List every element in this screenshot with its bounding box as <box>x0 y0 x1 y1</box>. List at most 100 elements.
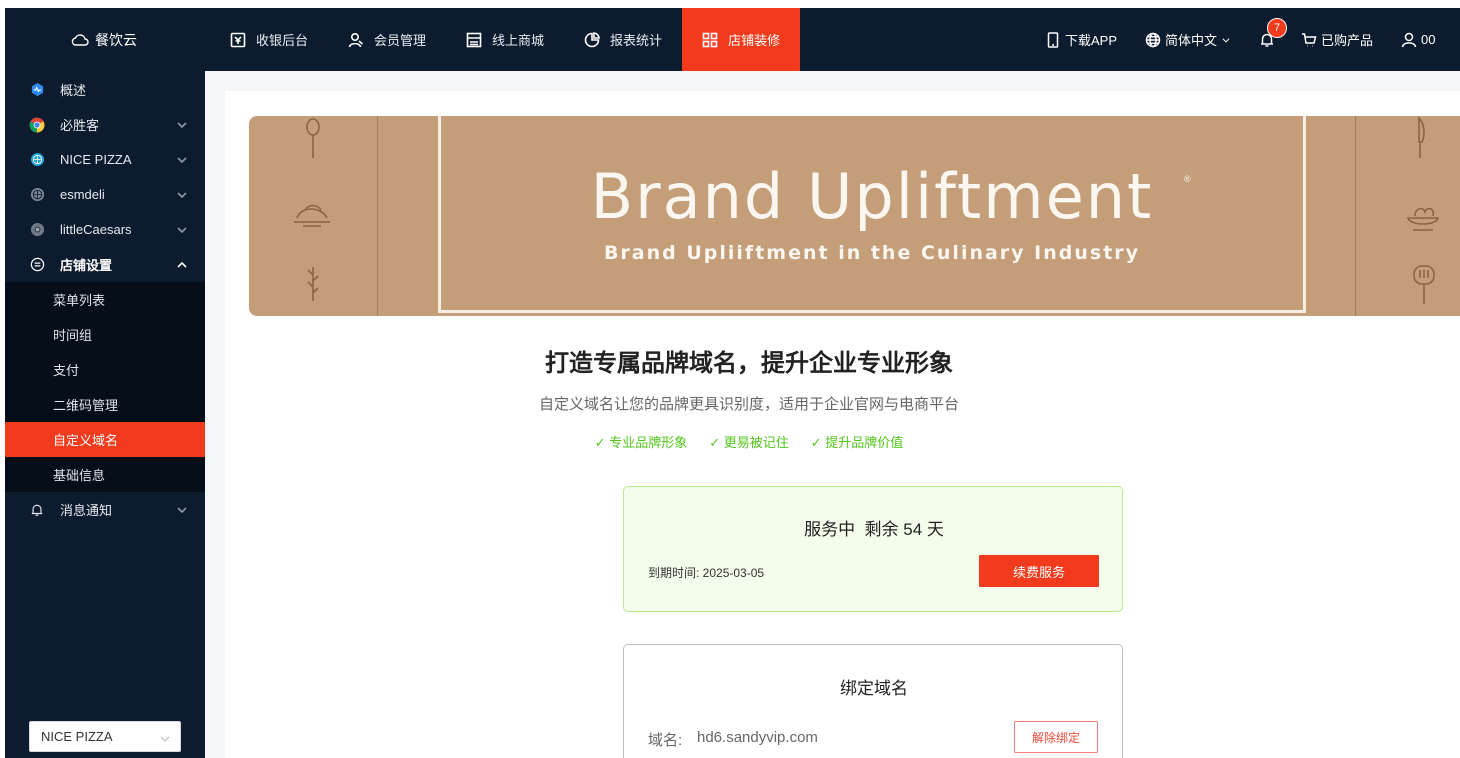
feature-item: ✓ 提升品牌价值 <box>810 435 904 450</box>
language-label: 简体中文 <box>1165 33 1218 48</box>
app-logo[interactable]: 餐饮云 <box>71 8 137 71</box>
knife-icon <box>1418 116 1425 158</box>
renew-service-button[interactable]: 续费服务 <box>979 555 1099 587</box>
bell-icon <box>29 502 45 518</box>
member-icon <box>348 32 364 47</box>
chevron-down-icon <box>177 153 187 164</box>
bind-domain-title: 绑定域名 <box>840 679 908 698</box>
expire-date: 到期时间: 2025-03-05 <box>648 566 765 580</box>
salad-bowl-icon <box>1406 207 1440 231</box>
nav-member[interactable]: 会员管理 <box>328 8 446 71</box>
nav-online-store[interactable]: 线上商城 <box>446 8 564 71</box>
herb-icon <box>307 267 319 301</box>
nav-cashier[interactable]: 收银后台 <box>210 8 328 71</box>
language-select[interactable]: 简体中文 <box>1145 30 1231 49</box>
notification-button[interactable]: 7 <box>1259 17 1288 48</box>
cloud-icon <box>71 33 89 46</box>
nav-reports-label: 报表统计 <box>610 33 663 48</box>
registered-mark: ® <box>1184 174 1191 184</box>
sidebar-subitem-payment[interactable]: 支付 <box>5 352 205 387</box>
chrome-icon <box>29 117 45 133</box>
sidebar-item-label: 必胜客 <box>60 118 100 133</box>
service-status-box: 服务中 剩余 54 天 到期时间: 2025-03-05 续费服务 <box>623 486 1123 612</box>
brand-banner: Brand Upliftment ® Brand Upliiftment in … <box>249 116 1460 316</box>
chevron-down-icon <box>1222 37 1230 43</box>
top-bar: 餐饮云 收银后台 会员管理 线上商城 报表统计 店铺装修 下载APP 简体中文 … <box>5 8 1460 71</box>
sidebar-item-pizzahut[interactable]: 必胜客 <box>5 107 205 142</box>
user-name: 00 <box>1421 32 1436 47</box>
grid-icon <box>702 32 718 47</box>
banner-subtitle: Brand Upliiftment in the Culinary Indust… <box>603 242 1141 264</box>
sidebar-item-label: 消息通知 <box>60 503 113 518</box>
download-app-label: 下载APP <box>1065 33 1118 48</box>
sidebar-subitem-time-group[interactable]: 时间组 <box>5 317 205 352</box>
chrome-icon <box>29 222 45 238</box>
sidebar-item-label: littleCaesars <box>60 222 132 237</box>
chevron-down-icon <box>177 223 187 234</box>
nav-online-store-label: 线上商城 <box>492 33 545 48</box>
sidebar-subitem-basic-info[interactable]: 基础信息 <box>5 457 205 492</box>
sidebar-item-notifications[interactable]: 消息通知 <box>5 492 205 527</box>
domain-label: 域名: <box>648 732 683 749</box>
chevron-up-icon <box>177 258 187 268</box>
sidebar-item-littlecaesars[interactable]: littleCaesars <box>5 212 205 247</box>
cart-icon <box>1302 32 1317 47</box>
phone-icon <box>1047 31 1059 48</box>
store-select-value: NICE PIZZA <box>41 729 113 744</box>
chevron-down-icon <box>177 118 187 129</box>
sidebar-subitem-custom-domain[interactable]: 自定义域名 <box>5 422 205 457</box>
content-card: Brand Upliftment ® Brand Upliiftment in … <box>225 91 1460 758</box>
store-select[interactable]: NICE PIZZA <box>29 721 181 752</box>
unbind-domain-button[interactable]: 解除绑定 <box>1014 721 1098 753</box>
chevron-down-icon <box>177 188 187 199</box>
nav-member-label: 会员管理 <box>374 33 427 48</box>
purchased-products-button[interactable]: 已购产品 <box>1301 30 1373 49</box>
feature-item: ✓ 专业品牌形象 <box>594 435 688 450</box>
page-headline: 打造专属品牌域名，提升企业专业形象 <box>545 350 953 377</box>
nav-reports[interactable]: 报表统计 <box>564 8 682 71</box>
main-content: Brand Upliftment ® Brand Upliiftment in … <box>205 71 1460 758</box>
download-app-button[interactable]: 下载APP <box>1045 30 1117 49</box>
food-plate-icon <box>294 204 330 227</box>
chevron-down-icon <box>177 503 187 514</box>
store-settings-submenu: 菜单列表 时间组 支付 二维码管理 自定义域名 基础信息 <box>5 282 205 492</box>
cashier-icon <box>230 32 246 47</box>
user-menu[interactable]: 00 <box>1401 32 1436 48</box>
user-icon <box>1401 32 1417 47</box>
feature-item: ✓ 更易被记住 <box>709 435 789 450</box>
sidebar: 概述 必胜客 NICE PIZZA esmdeli littleCaesars … <box>5 71 205 758</box>
banner-divider <box>1355 116 1356 316</box>
sidebar-item-label: 店铺设置 <box>60 258 113 273</box>
banner-title: Brand Upliftment <box>590 160 1154 233</box>
sidebar-item-nice-pizza[interactable]: NICE PIZZA <box>5 142 205 177</box>
frame-top <box>0 0 1460 8</box>
service-status: 服务中 剩余 54 天 <box>804 520 944 539</box>
pie-chart-icon <box>584 31 600 47</box>
sidebar-item-overview[interactable]: 概述 <box>5 72 205 107</box>
bind-domain-box: 绑定域名 域名: hd6.sandyvip.com 解除绑定 <box>623 644 1123 758</box>
settings-circle-icon <box>29 257 45 273</box>
feature-list: ✓ 专业品牌形象 ✓ 更易被记住 ✓ 提升品牌价值 <box>249 432 1249 451</box>
domain-value: hd6.sandyvip.com <box>697 729 818 746</box>
main-nav: 收银后台 会员管理 线上商城 报表统计 店铺装修 <box>210 8 801 71</box>
purchased-products-label: 已购产品 <box>1321 33 1374 48</box>
nav-store-decoration[interactable]: 店铺装修 <box>682 8 801 71</box>
sidebar-item-store-settings[interactable]: 店铺设置 <box>5 247 205 282</box>
notification-badge: 7 <box>1267 17 1288 38</box>
network-icon <box>29 187 45 203</box>
sidebar-item-label: NICE PIZZA <box>60 152 132 167</box>
banner-divider <box>377 116 378 316</box>
overview-icon <box>29 82 45 98</box>
sidebar-subitem-menu-list[interactable]: 菜单列表 <box>5 282 205 317</box>
sidebar-item-esmdeli[interactable]: esmdeli <box>5 177 205 212</box>
spoon-icon <box>306 118 320 158</box>
page-subline: 自定义域名让您的品牌更具识别度，适用于企业官网与电商平台 <box>538 396 959 413</box>
network-icon <box>29 152 45 168</box>
sidebar-item-label: 概述 <box>60 83 87 98</box>
globe-icon <box>1145 32 1161 47</box>
frame-left <box>0 0 5 758</box>
store-icon <box>466 32 482 47</box>
chevron-down-icon <box>160 732 170 742</box>
sidebar-subitem-qrcode[interactable]: 二维码管理 <box>5 387 205 422</box>
spatula-icon <box>1413 265 1435 304</box>
